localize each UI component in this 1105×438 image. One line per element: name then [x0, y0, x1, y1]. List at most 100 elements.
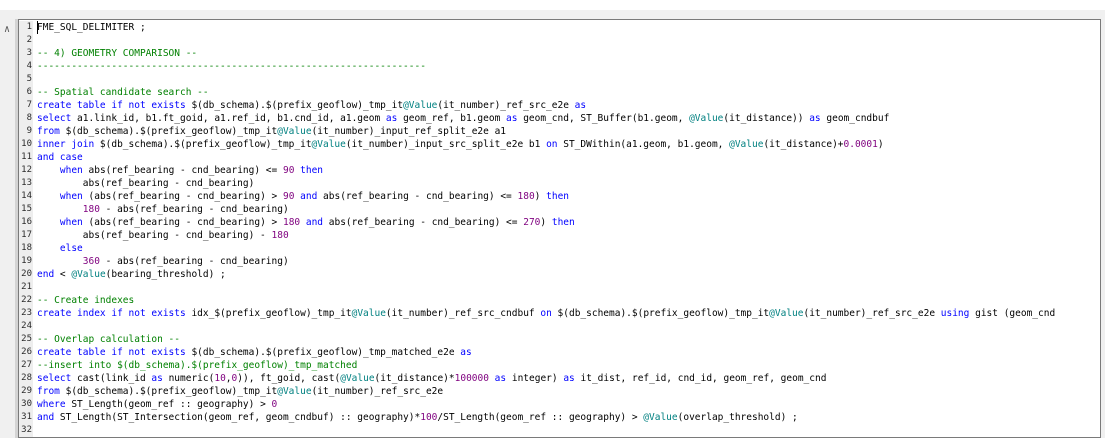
code-text: -- 4) GEOMETRY COMPARISON --: [37, 47, 197, 60]
code-line[interactable]: 15 180 - abs(ref_bearing - cnd_bearing): [19, 203, 1100, 216]
code-line[interactable]: 22 -- Create indexes: [19, 294, 1100, 307]
code-token: 180: [517, 191, 535, 202]
code-text: from $(db_schema).$(prefix_geoflow)_tmp_…: [37, 385, 443, 398]
code-line[interactable]: 14 when (abs(ref_bearing - cnd_bearing) …: [19, 190, 1100, 203]
code-line[interactable]: 7 create table if not exists $(db_schema)…: [19, 99, 1100, 112]
code-line[interactable]: 5: [19, 73, 1100, 86]
code-token: (it_number)_input_ref_split_e2e a1: [311, 126, 507, 137]
code-token: gist (geom_cnd: [975, 308, 1056, 319]
code-token: ): [540, 217, 552, 228]
line-number: 12: [19, 164, 33, 177]
code-token: and: [37, 412, 60, 423]
code-token: ST_Length(geom_ref :: geography) >: [71, 399, 272, 410]
code-line[interactable]: 1 FME_SQL_DELIMITER ;: [19, 21, 1100, 34]
code-line[interactable]: 17 abs(ref_bearing - cnd_bearing) - 180: [19, 229, 1100, 242]
code-token: as: [574, 100, 587, 111]
code-token: $(db_schema).$(prefix_geoflow)_tmp_it: [99, 139, 312, 150]
code-line[interactable]: 19 360 - abs(ref_bearing - cnd_bearing): [19, 255, 1100, 268]
code-token: 90: [282, 165, 295, 176]
sql-code-editor[interactable]: 1 FME_SQL_DELIMITER ; 2 3 -- 4) GEOMETRY COM…: [18, 19, 1101, 438]
code-token: cast(link_id: [77, 373, 152, 384]
code-text: end < @Value(bearing_threshold) ;: [37, 268, 226, 281]
code-line[interactable]: 9 from $(db_schema).$(prefix_geoflow)_tmp…: [19, 125, 1100, 138]
chevron-up-icon[interactable]: ∧: [0, 22, 14, 36]
code-line[interactable]: 21: [19, 281, 1100, 294]
line-number: 11: [19, 151, 33, 164]
code-line[interactable]: 2: [19, 34, 1100, 47]
code-token: on: [540, 308, 558, 319]
code-token: ST_DWithin(a1.geom, b1.geom,: [563, 139, 730, 150]
code-line[interactable]: 16 when (abs(ref_bearing - cnd_bearing) …: [19, 216, 1100, 229]
code-line[interactable]: 20 end < @Value(bearing_threshold) ;: [19, 268, 1100, 281]
code-token: abs(ref_bearing - cnd_bearing) <=: [88, 165, 283, 176]
code-line[interactable]: 23 create index if not exists idx_$(prefi…: [19, 307, 1100, 320]
code-text: abs(ref_bearing - cnd_bearing): [37, 177, 255, 190]
code-token: (abs(ref_bearing - cnd_bearing) >: [88, 217, 283, 228]
code-line[interactable]: 12 when abs(ref_bearing - cnd_bearing) <…: [19, 164, 1100, 177]
code-token: @Value: [689, 113, 724, 124]
code-token: 270: [523, 217, 541, 228]
line-number: 32: [19, 424, 33, 437]
line-number: 9: [19, 125, 33, 138]
code-text: when (abs(ref_bearing - cnd_bearing) > 9…: [37, 190, 569, 203]
code-token: $(db_schema).$(prefix_geoflow)_tmp_it: [65, 386, 278, 397]
code-token: where: [37, 399, 72, 410]
code-line[interactable]: 27 --insert into $(db_schema).$(prefix_ge…: [19, 359, 1100, 372]
line-number: 27: [19, 359, 33, 372]
code-line[interactable]: 31 and ST_Length(ST_Intersection(geom_ref…: [19, 411, 1100, 424]
code-text: -- Spatial candidate search --: [37, 86, 209, 99]
code-line[interactable]: 29 from $(db_schema).$(prefix_geoflow)_tm…: [19, 385, 1100, 398]
line-number: 7: [19, 99, 33, 112]
code-text: select cast(link_id as numeric(10,0)), f…: [37, 372, 826, 385]
code-token: <: [59, 269, 72, 280]
code-token: --insert into $(db_schema).$(prefix_geof…: [37, 360, 358, 371]
code-token: as: [385, 113, 404, 124]
code-token: 180: [82, 204, 100, 215]
code-line[interactable]: 8 select a1.link_id, b1.ft_goid, a1.ref_i…: [19, 112, 1100, 125]
code-token: ----------------------------------------…: [37, 61, 426, 72]
code-token: select: [37, 373, 78, 384]
text-cursor: [37, 21, 38, 34]
code-text: and ST_Length(ST_Intersection(geom_ref, …: [37, 411, 798, 424]
code-line[interactable]: 18 else: [19, 242, 1100, 255]
code-text: ----------------------------------------…: [37, 60, 426, 73]
code-token: -- Spatial candidate search --: [37, 87, 209, 98]
code-line[interactable]: 28 select cast(link_id as numeric(10,0)),…: [19, 372, 1100, 385]
code-line[interactable]: 4 ---------------------------------------…: [19, 60, 1100, 73]
code-line[interactable]: 13 abs(ref_bearing - cnd_bearing): [19, 177, 1100, 190]
code-line[interactable]: 30 where ST_Length(geom_ref :: geography)…: [19, 398, 1100, 411]
code-token: create table if not exists: [37, 100, 192, 111]
code-token: $(db_schema).$(prefix_geoflow)_tmp_it: [65, 126, 278, 137]
code-token: create index if not exists: [37, 308, 192, 319]
code-token: integer): [511, 373, 564, 384]
code-line[interactable]: 24: [19, 320, 1100, 333]
line-number: 4: [19, 60, 33, 73]
code-line[interactable]: 3 -- 4) GEOMETRY COMPARISON --: [19, 47, 1100, 60]
code-token: it_dist, ref_id, cnd_id, geom_ref, geom_…: [580, 373, 827, 384]
code-line[interactable]: 32: [19, 424, 1100, 437]
code-text: FME_SQL_DELIMITER ;: [37, 21, 146, 34]
code-line[interactable]: 25 -- Overlap calculation --: [19, 333, 1100, 346]
code-text: when (abs(ref_bearing - cnd_bearing) > 1…: [37, 216, 575, 229]
code-token: as: [506, 113, 524, 124]
code-token: create table if not exists: [37, 347, 192, 358]
line-number: 28: [19, 372, 33, 385]
code-token: (bearing_threshold) ;: [105, 269, 226, 280]
code-line[interactable]: 6 -- Spatial candidate search --: [19, 86, 1100, 99]
code-token: FME_SQL_DELIMITER ;: [37, 22, 146, 33]
code-text: -- Overlap calculation --: [37, 333, 180, 346]
code-token: )), ft_goid, cast(: [237, 373, 341, 384]
code-token: a1.link_id, b1.ft_goid, a1.ref_id, b1.cn…: [77, 113, 386, 124]
code-token: as: [809, 113, 827, 124]
code-line[interactable]: 26 create table if not exists $(db_schema…: [19, 346, 1100, 359]
code-text: when abs(ref_bearing - cnd_bearing) <= 9…: [37, 164, 323, 177]
code-text: create table if not exists $(db_schema).…: [37, 346, 472, 359]
code-token: $(db_schema).$(prefix_geoflow)_tmp_match…: [191, 347, 461, 358]
code-token: 360: [82, 256, 100, 267]
code-token: geom_ref, b1.geom: [403, 113, 507, 124]
code-line[interactable]: 11 and case: [19, 151, 1100, 164]
code-line[interactable]: 10 inner join $(db_schema).$(prefix_geofl…: [19, 138, 1100, 151]
